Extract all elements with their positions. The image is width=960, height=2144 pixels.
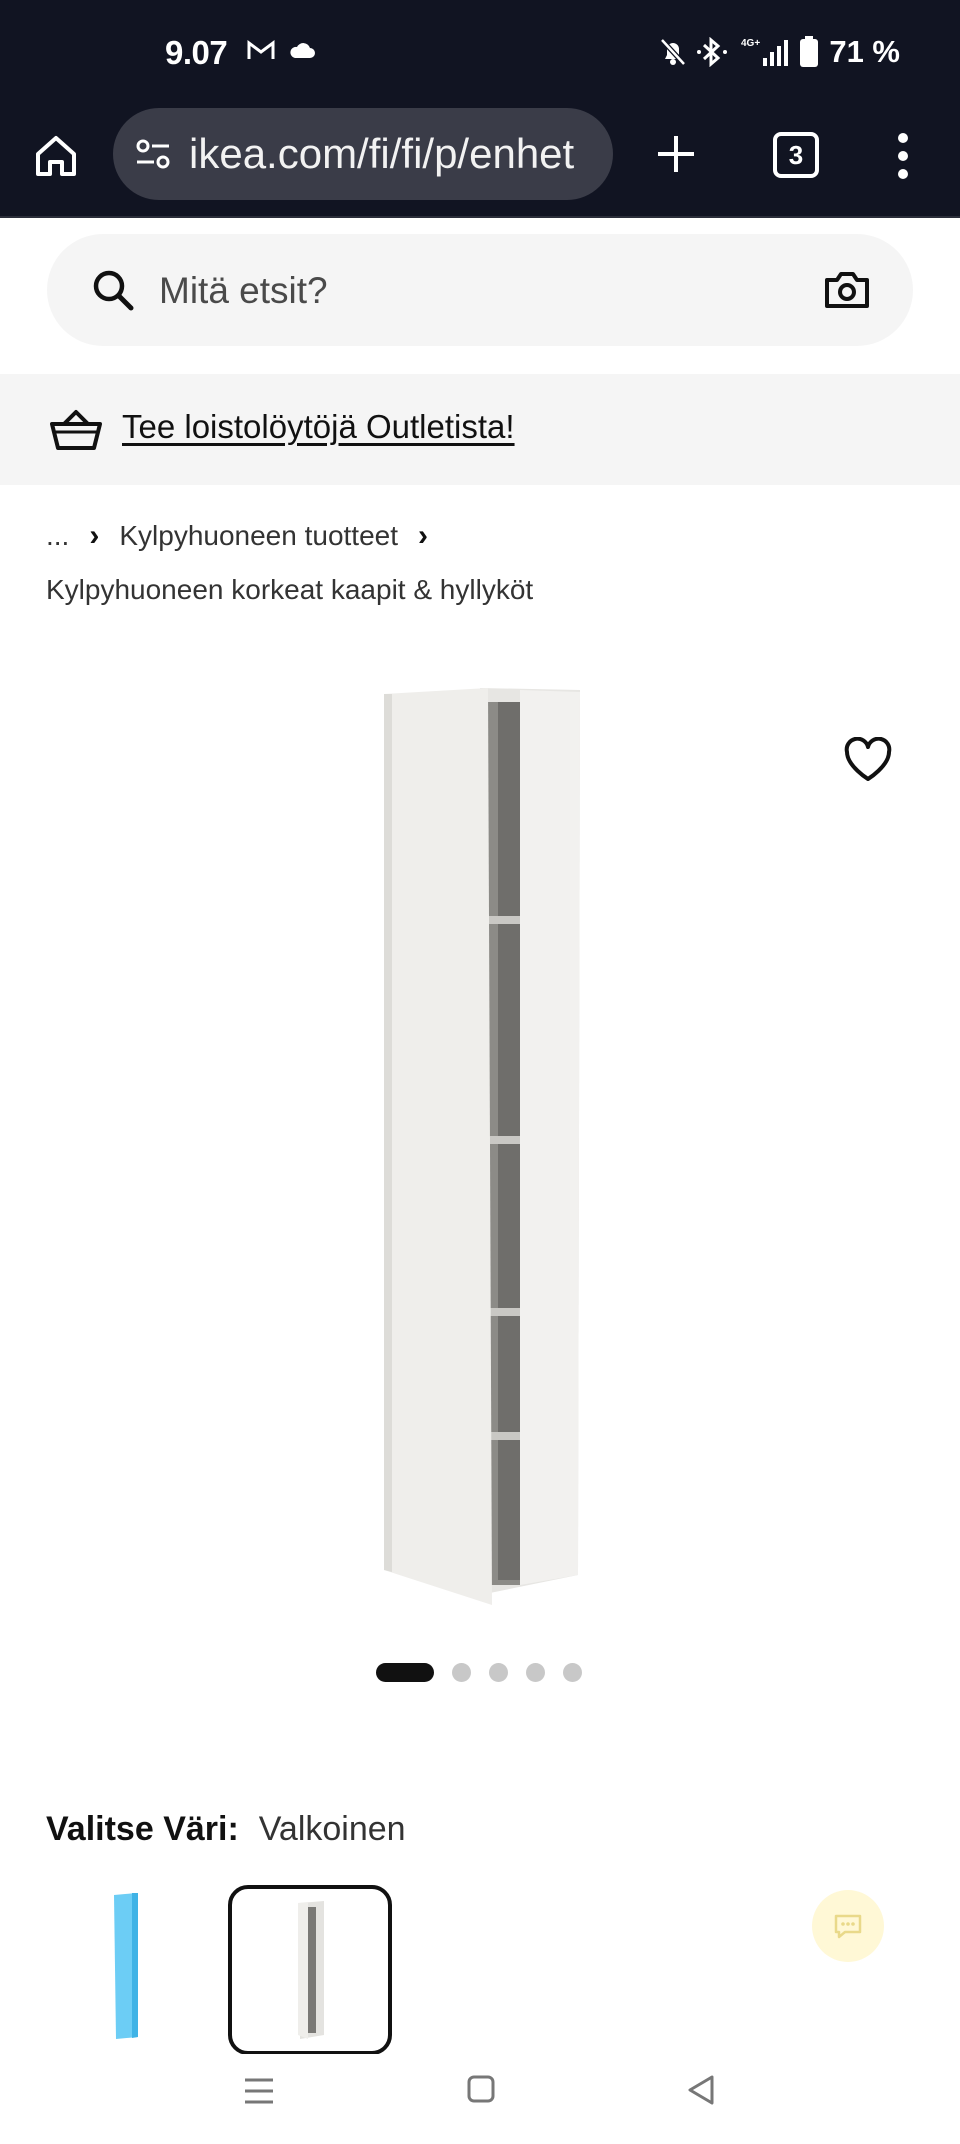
- battery-text: 71 %: [829, 34, 900, 69]
- home-icon[interactable]: [30, 130, 82, 182]
- search-input[interactable]: [157, 258, 761, 324]
- chevron-right-icon: ›: [418, 519, 429, 552]
- variant-value: Valkoinen: [258, 1810, 406, 1848]
- variant-label: Valitse Väri:: [46, 1810, 239, 1848]
- gallery-dot[interactable]: [526, 1663, 545, 1682]
- product-image[interactable]: [370, 680, 590, 1630]
- basket-icon: [50, 410, 102, 450]
- battery-icon: [800, 36, 819, 67]
- breadcrumb-ellipsis[interactable]: ...: [46, 520, 69, 552]
- heart-icon[interactable]: [843, 737, 893, 783]
- gmail-icon: [247, 40, 275, 59]
- variant-swatch-blue[interactable]: [80, 1885, 172, 2045]
- svg-text:4G+: 4G+: [741, 38, 760, 49]
- browser-toolbar: ikea.com/fi/fi/p/enhet 3: [0, 108, 960, 218]
- breadcrumb-parent[interactable]: Kylpyhuoneen tuotteet: [119, 520, 398, 552]
- url-bar[interactable]: ikea.com/fi/fi/p/enhet: [113, 108, 613, 200]
- gallery-dot-active[interactable]: [376, 1663, 434, 1682]
- chevron-right-icon: ›: [89, 519, 100, 552]
- outlet-banner: Tee loistolöytöjä Outletista!: [0, 374, 960, 485]
- toolbar-divider: [0, 216, 960, 218]
- new-tab-icon[interactable]: [650, 128, 702, 180]
- site-settings-icon[interactable]: [133, 134, 173, 174]
- chat-button[interactable]: [812, 1890, 884, 1962]
- mute-icon: [660, 38, 687, 66]
- status-bar: 9.07 4G+ 71 %: [0, 0, 960, 108]
- camera-icon[interactable]: [823, 266, 871, 314]
- system-nav-bar: [0, 2054, 960, 2144]
- outlet-link[interactable]: Tee loistolöytöjä Outletista!: [122, 408, 515, 446]
- variant-selector-label: Valitse Väri: Valkoinen: [46, 1810, 406, 1849]
- variant-swatch-white[interactable]: [228, 1885, 392, 2055]
- status-right-icons: 4G+ 71 %: [659, 34, 900, 70]
- back-icon[interactable]: [686, 2074, 716, 2106]
- search-bar: [47, 234, 913, 346]
- bluetooth-icon: [697, 37, 728, 67]
- search-icon[interactable]: [89, 266, 137, 314]
- gallery-dot[interactable]: [563, 1663, 582, 1682]
- breadcrumb: ... › Kylpyhuoneen tuotteet ›: [46, 516, 428, 556]
- cloud-icon: [290, 43, 315, 58]
- gallery-indicator: [376, 1663, 582, 1682]
- gallery-dot[interactable]: [489, 1663, 508, 1682]
- tabs-button[interactable]: 3: [773, 132, 819, 178]
- nav-home-icon[interactable]: [466, 2074, 496, 2104]
- status-left-icons: [246, 38, 316, 62]
- recent-apps-icon[interactable]: [243, 2076, 275, 2106]
- status-time: 9.07: [165, 34, 228, 71]
- menu-icon[interactable]: [895, 130, 911, 182]
- gallery-dot[interactable]: [452, 1663, 471, 1682]
- url-text[interactable]: ikea.com/fi/fi/p/enhet: [189, 130, 574, 178]
- variant-thumbnail: [298, 1901, 324, 2039]
- chat-icon: [834, 1914, 862, 1939]
- signal-icon: 4G+: [741, 38, 789, 66]
- breadcrumb-current[interactable]: Kylpyhuoneen korkeat kaapit & hyllyköt: [46, 574, 533, 606]
